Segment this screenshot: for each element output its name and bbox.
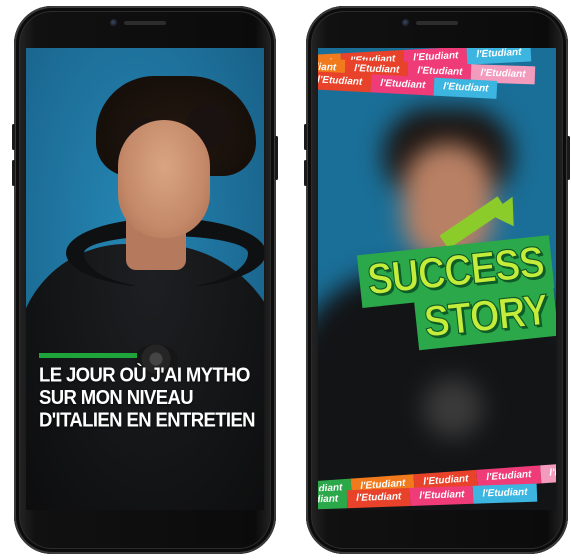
video-title-line: LE JOUR OÙ J'AI MYTHO xyxy=(39,363,250,386)
brand-tag: l'Etudiant xyxy=(539,461,556,484)
earpiece-speaker xyxy=(416,21,458,25)
success-story-badge: SUCCESS STORY xyxy=(354,190,556,353)
phone-mockup-left: LE JOUR OÙ J'AI MYTHO SUR MON NIVEAU D'I… xyxy=(12,6,278,554)
earpiece-speaker xyxy=(124,21,166,25)
brand-tag: l'Etudiant xyxy=(433,77,498,99)
phone-mockup-right: l'Etudiant l'Etudiant l'Etudiant l'Etudi… xyxy=(304,6,570,554)
brand-tag: l'Etudiant xyxy=(409,485,474,506)
video-screen-right[interactable]: l'Etudiant l'Etudiant l'Etudiant l'Etudi… xyxy=(318,48,556,510)
front-camera xyxy=(110,19,118,27)
volume-up-button xyxy=(12,124,15,150)
video-title-line: D'ITALIEN EN ENTRETIEN xyxy=(39,408,256,432)
brand-tag: l'Etudiant xyxy=(318,490,348,510)
brand-tag: l'Etudiant xyxy=(370,74,435,96)
brand-tag: l'Etudiant xyxy=(318,71,372,93)
video-screen-left[interactable]: LE JOUR OÙ J'AI MYTHO SUR MON NIVEAU D'I… xyxy=(26,48,264,510)
volume-down-button xyxy=(304,160,307,186)
power-button xyxy=(275,136,278,180)
volume-down-button xyxy=(12,160,15,186)
volume-up-button xyxy=(304,124,307,150)
power-button xyxy=(567,136,570,180)
video-title: LE JOUR OÙ J'AI MYTHO SUR MON NIVEAU D'I… xyxy=(39,363,256,432)
brand-tag: l'Etudiant xyxy=(346,488,411,509)
brand-tag: l'Etudiant xyxy=(473,483,537,504)
speaker-face xyxy=(118,120,210,238)
front-camera xyxy=(402,19,410,27)
video-title-line: SUR MON NIVEAU xyxy=(39,385,194,409)
title-accent-bar xyxy=(39,353,137,358)
